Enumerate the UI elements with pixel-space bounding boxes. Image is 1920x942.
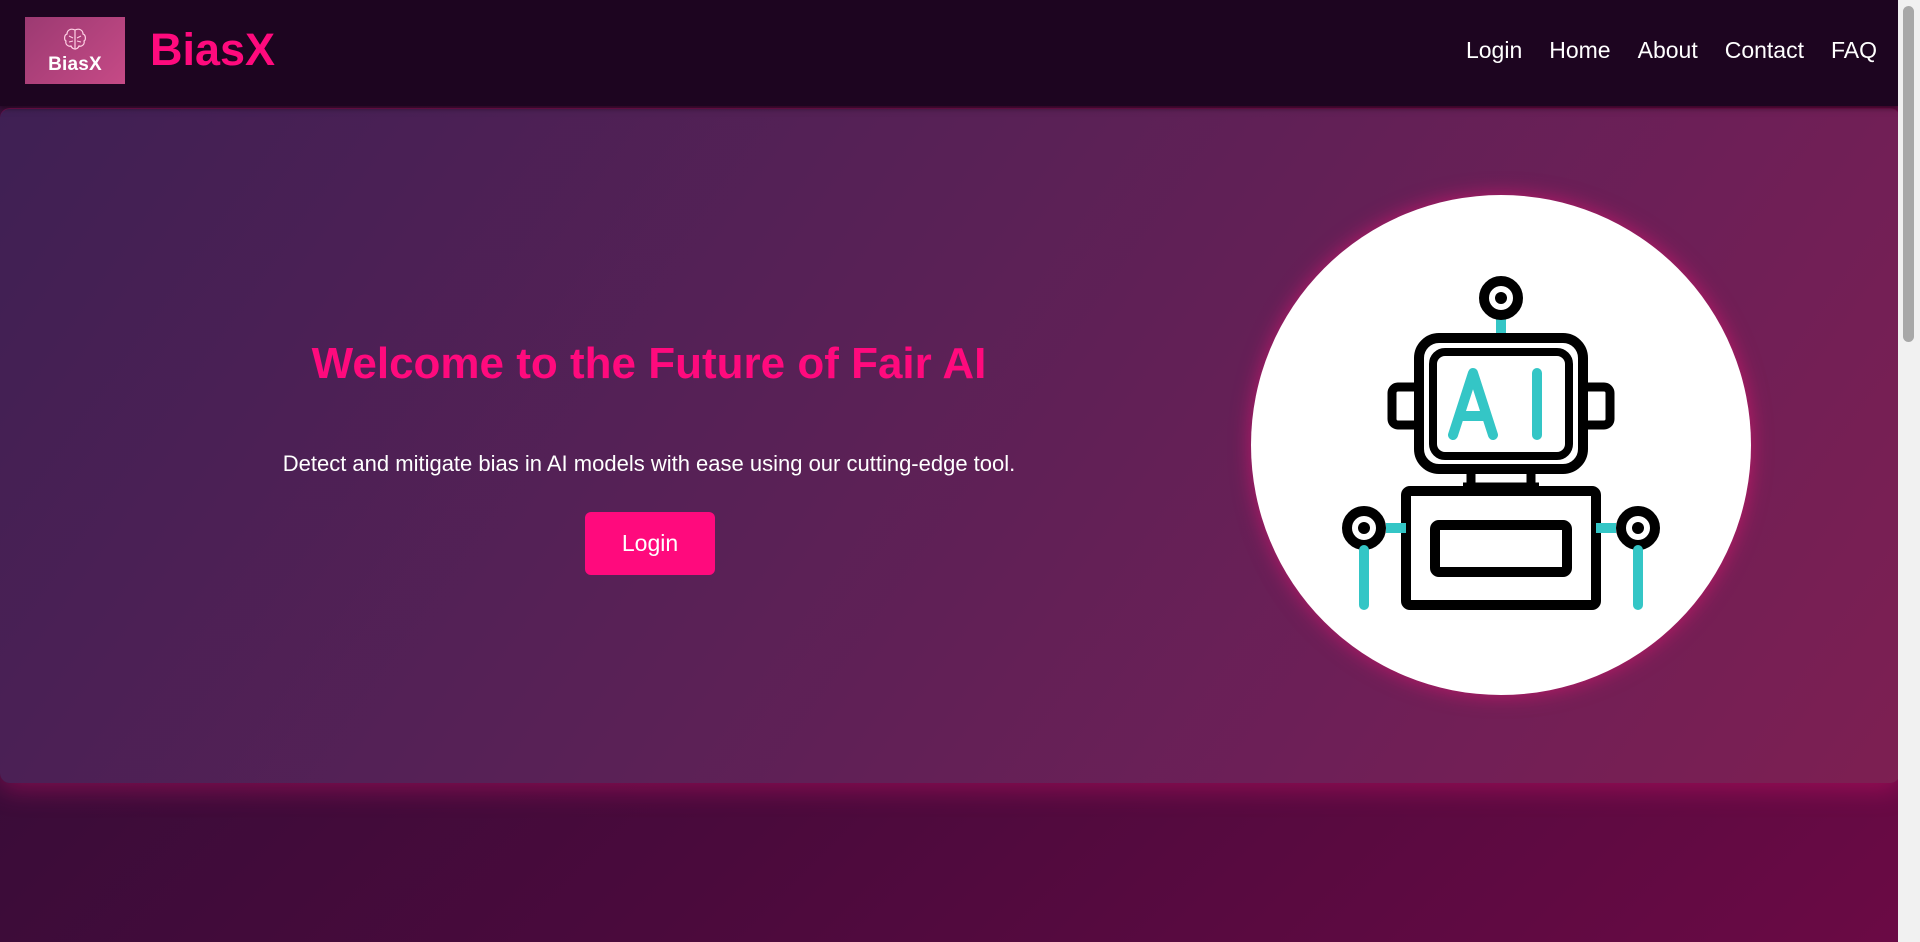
nav-faq[interactable]: FAQ (1831, 36, 1877, 64)
nav-home[interactable]: Home (1549, 36, 1610, 64)
nav-about[interactable]: About (1638, 36, 1698, 64)
hero-section: Welcome to the Future of Fair AI Detect … (0, 108, 1900, 783)
nav-links: Login Home About Contact FAQ (1466, 36, 1877, 64)
hero-subtitle: Detect and mitigate bias in AI models wi… (282, 451, 1016, 476)
robot-illustration (1251, 195, 1751, 695)
login-button[interactable]: Login (585, 512, 715, 575)
brain-icon (64, 28, 86, 50)
nav-login[interactable]: Login (1466, 36, 1522, 64)
page-scrollbar[interactable] (1898, 0, 1920, 942)
robot-icon (1342, 276, 1660, 610)
brand-name[interactable]: BiasX (150, 24, 275, 76)
scrollbar-thumb[interactable] (1903, 6, 1914, 342)
logo-text: BiasX (48, 53, 102, 75)
hero-title: Welcome to the Future of Fair AI (311, 339, 987, 388)
logo[interactable]: BiasX (25, 17, 125, 84)
nav-contact[interactable]: Contact (1725, 36, 1804, 64)
navbar: BiasX BiasX Login Home About Contact FAQ (0, 0, 1898, 106)
